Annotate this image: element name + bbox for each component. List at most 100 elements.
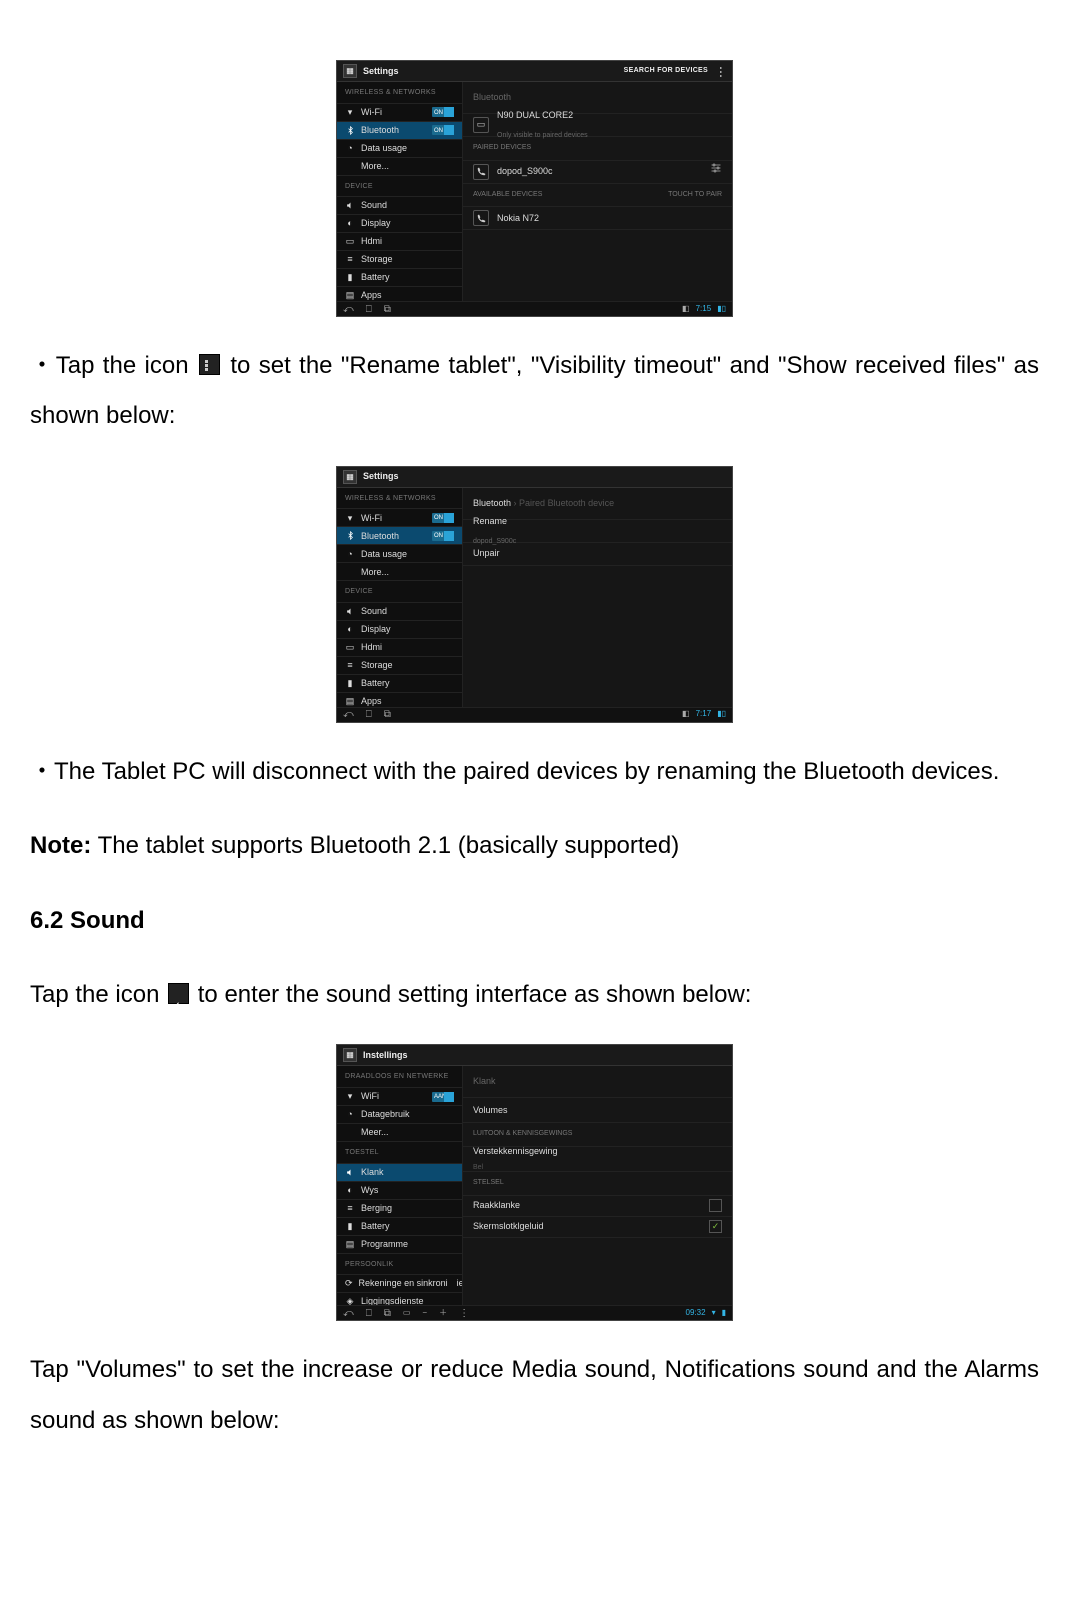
sidebar-item-wifi[interactable]: ▾Wi-FiON: [337, 509, 462, 527]
checkbox-checked[interactable]: ✓: [709, 1220, 722, 1233]
screenshot-2: Settings WIRELESS & NETWORKS ▾Wi-FiON Bl…: [30, 466, 1039, 723]
panel-title: Klank: [463, 1066, 732, 1098]
section-header-wireless: WIRELESS & NETWORKS: [337, 82, 462, 104]
default-notification-row[interactable]: Verstekkennisgewing Bel: [463, 1147, 732, 1172]
recents-button[interactable]: ⧉: [384, 1303, 391, 1324]
sound-icon: [345, 1167, 355, 1177]
settings-icon: [343, 1048, 357, 1062]
overflow-menu-icon[interactable]: ⋯: [715, 66, 727, 76]
recents-button[interactable]: ⧉: [384, 704, 391, 725]
sidebar-item-battery[interactable]: ▮Battery: [337, 1218, 462, 1236]
notif-icon: ◧: [682, 301, 690, 318]
paired-name: dopod_S900c: [497, 162, 553, 181]
volumes-row[interactable]: Volumes: [463, 1098, 732, 1123]
sidebar-item-more[interactable]: Meer...: [337, 1124, 462, 1142]
sidebar-item-storage[interactable]: ≡Storage: [337, 657, 462, 675]
back-button[interactable]: ⤺: [343, 704, 354, 725]
action-bar: Settings SEARCH FOR DEVICES ⋯: [337, 61, 732, 82]
app-title: Settings: [363, 467, 399, 486]
sidebar-item-hdmi[interactable]: ▭Hdmi: [337, 639, 462, 657]
wifi-status-icon: ▾: [712, 1305, 716, 1322]
sidebar-item-display[interactable]: ◐ Display: [337, 215, 462, 233]
bluetooth-toggle[interactable]: ON: [432, 125, 454, 135]
settings-slider-icon[interactable]: [710, 162, 722, 181]
home-button[interactable]: ⎕: [366, 1303, 372, 1324]
note-label: Note:: [30, 832, 91, 859]
sidebar-item-sound[interactable]: Sound: [337, 197, 462, 215]
screen-lock-sound-row[interactable]: Skermslotklgeluid ✓: [463, 1217, 732, 1238]
avail-name: Nokia N72: [497, 209, 539, 228]
screenshot-icon[interactable]: ▭: [403, 1305, 411, 1322]
wifi-icon: ▾: [345, 107, 355, 117]
checkbox-unchecked[interactable]: [709, 1199, 722, 1212]
sidebar-item-storage[interactable]: ≡ Storage: [337, 251, 462, 269]
storage-icon: ≡: [345, 255, 355, 265]
wifi-toggle[interactable]: ON: [432, 513, 454, 523]
vol-up-icon[interactable]: ＋: [439, 1305, 447, 1322]
sidebar-item-apps[interactable]: ▤Programme: [337, 1236, 462, 1254]
sidebar-item-data-usage[interactable]: ◔Data usage: [337, 545, 462, 563]
overflow-icon[interactable]: ⋮: [459, 1303, 469, 1324]
rename-row[interactable]: Rename dopod_S900c: [463, 520, 732, 543]
sidebar-item-battery[interactable]: ▮ Battery: [337, 269, 462, 287]
body-p2: ・The Tablet PC will disconnect with the …: [30, 747, 1039, 797]
sidebar-item-bluetooth[interactable]: Bluetooth ON: [337, 122, 462, 140]
vol-down-icon[interactable]: −: [422, 1305, 427, 1322]
sidebar-item-sound[interactable]: Klank: [337, 1164, 462, 1182]
back-button[interactable]: ⤺: [343, 299, 354, 320]
sidebar-item-sound[interactable]: Sound: [337, 603, 462, 621]
back-button[interactable]: ⤺: [343, 1303, 354, 1324]
sidebar-item-battery[interactable]: ▮Battery: [337, 675, 462, 693]
action-bar: Instellings: [337, 1045, 732, 1066]
sidebar-item-accounts-sync[interactable]: ⟳Rekeninge en sinkroni ie: [337, 1275, 462, 1293]
sound-icon: [345, 201, 355, 211]
wifi-toggle[interactable]: ON: [432, 107, 454, 117]
bluetooth-panel: Bluetooth ▭ N90 DUAL CORE2 Only visible …: [463, 82, 732, 303]
paired-device-row[interactable]: dopod_S900c: [463, 161, 732, 184]
this-device-row[interactable]: ▭ N90 DUAL CORE2 Only visible to paired …: [463, 114, 732, 137]
sidebar-item-bluetooth[interactable]: BluetoothON: [337, 527, 462, 545]
touch-sounds-row[interactable]: Raakklanke: [463, 1196, 732, 1217]
body-p3: Tap the icon to enter the sound setting …: [30, 970, 1039, 1020]
battery-status-icon: ▮: [722, 1305, 726, 1322]
sidebar-item-more[interactable]: More...: [337, 563, 462, 581]
clock: 7:15: [696, 301, 712, 318]
phone-icon: [473, 164, 489, 180]
sidebar-item-wifi[interactable]: ▾ Wi-Fi ON: [337, 104, 462, 122]
sidebar-item-wifi[interactable]: ▾WiFiAAN: [337, 1088, 462, 1106]
home-button[interactable]: ⎕: [366, 704, 372, 725]
settings-sidebar: WIRELESS & NETWORKS ▾ Wi-Fi ON Bluetooth…: [337, 82, 463, 303]
label: Data usage: [361, 139, 454, 158]
label: Wi-Fi: [361, 103, 426, 122]
bluetooth-device-panel: Bluetooth › Paired Bluetooth device Rena…: [463, 488, 732, 709]
recents-button[interactable]: ⧉: [384, 299, 391, 320]
screenshot-1: Settings SEARCH FOR DEVICES ⋯ WIRELESS &…: [30, 60, 1039, 317]
sidebar-item-data-usage[interactable]: ◔Datagebruik: [337, 1106, 462, 1124]
sidebar-item-storage[interactable]: ≡Berging: [337, 1200, 462, 1218]
system-nav-bar: ⤺ ⎕ ⧉ ◧ 7:15 ▮▯: [337, 301, 732, 316]
sidebar-item-hdmi[interactable]: ▭ Hdmi: [337, 233, 462, 251]
tablet-frame: Instellings DRAADLOOS EN NETWERKE ▾WiFiA…: [336, 1044, 733, 1321]
bluetooth-toggle[interactable]: ON: [432, 531, 454, 541]
sound-icon: [168, 983, 189, 1004]
wifi-toggle[interactable]: AAN: [432, 1092, 454, 1102]
label: More...: [361, 157, 454, 176]
settings-icon: [343, 470, 357, 484]
sidebar-item-display[interactable]: ◐Wys: [337, 1182, 462, 1200]
sidebar-item-display[interactable]: ◐Display: [337, 621, 462, 639]
available-device-row[interactable]: Nokia N72: [463, 207, 732, 230]
settings-icon: [343, 64, 357, 78]
sidebar-item-more[interactable]: More...: [337, 158, 462, 176]
app-title: Settings: [363, 62, 399, 81]
action-bar: Settings: [337, 467, 732, 488]
system-nav-bar: ⤺ ⎕ ⧉ ◧7:17▮▯: [337, 707, 732, 722]
hdmi-icon: ▭: [345, 237, 355, 247]
sound-panel: Klank Volumes LUITOON & KENNISGEWINGS Ve…: [463, 1066, 732, 1307]
sidebar-item-data-usage[interactable]: ◔ Data usage: [337, 140, 462, 158]
available-header: AVAILABLE DEVICESTOUCH TO PAIR: [463, 184, 732, 208]
display-icon: ◐: [345, 219, 355, 229]
body-p4: Tap "Volumes" to set the increase or red…: [30, 1345, 1039, 1446]
home-button[interactable]: ⎕: [366, 299, 372, 320]
search-devices-button[interactable]: SEARCH FOR DEVICES: [624, 64, 708, 79]
body-p1: ・Tap the icon to set the "Rename tablet"…: [30, 341, 1039, 442]
